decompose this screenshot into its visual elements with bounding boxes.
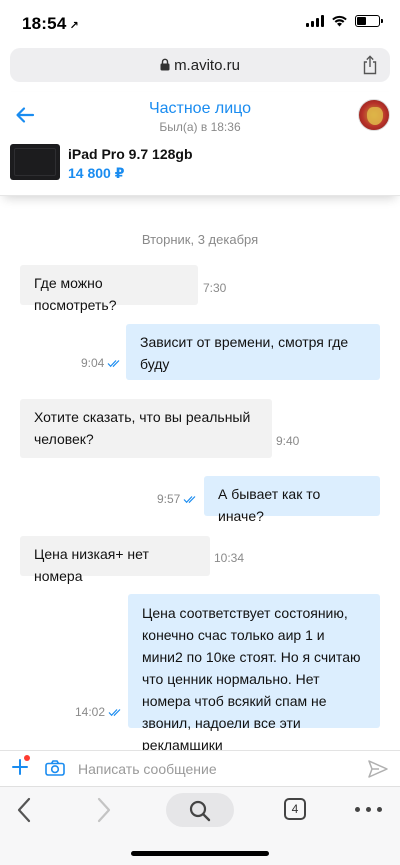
message-input[interactable] (78, 759, 348, 779)
incoming-message[interactable]: Хотите сказать, что вы реальный человек? (20, 399, 272, 458)
avatar[interactable] (358, 99, 390, 131)
camera-icon[interactable] (45, 760, 65, 776)
last-seen-status: Был(а) в 18:36 (159, 120, 241, 134)
status-indicators (306, 15, 383, 27)
url-text: m.avito.ru (174, 57, 240, 74)
browser-search-button[interactable] (166, 793, 234, 827)
message-time: 9:40 (276, 434, 299, 448)
item-title[interactable]: iPad Pro 9.7 128gb (68, 146, 193, 162)
incoming-message[interactable]: Цена низкая+ нет номера (20, 536, 210, 584)
message-time-text: 7:30 (203, 281, 227, 295)
status-bar: 18:54 ↗ (0, 0, 400, 46)
message-text: Где можно посмотреть? (34, 275, 117, 313)
search-icon (189, 800, 211, 822)
lock-icon (160, 58, 170, 71)
message-time-text: 14:02 (75, 705, 106, 719)
location-arrow-icon: ↗ (69, 20, 79, 32)
clock-text: 18:54 (22, 14, 67, 33)
message-time-text: 9:57 (157, 492, 181, 506)
message-list[interactable]: Вторник, 3 декабря Где можно посмотреть?… (0, 196, 400, 753)
tabs-count-button[interactable]: 4 (284, 798, 306, 820)
browser-toolbar: 4 (0, 786, 400, 865)
browser-back-icon[interactable] (16, 797, 32, 823)
message-text: А бывает как то иначе? (218, 486, 321, 524)
battery-icon (355, 15, 383, 27)
outgoing-message[interactable]: А бывает как то иначе? (204, 476, 380, 524)
wifi-icon (332, 15, 347, 27)
message-text: Зависит от времени, смотря где буду (140, 334, 349, 372)
message-meta: 14:02 (75, 705, 123, 719)
item-thumbnail[interactable] (10, 144, 60, 180)
double-check-icon (107, 359, 120, 367)
status-time: 18:54 ↗ (22, 14, 79, 34)
share-icon[interactable] (362, 55, 378, 75)
chat-header: Частное лицо Был(а) в 18:36 iPad Pro 9.7… (0, 92, 400, 196)
coat-of-arms-icon (367, 107, 383, 125)
browser-forward-icon[interactable] (96, 797, 112, 823)
home-indicator (131, 851, 269, 856)
incoming-message[interactable]: Где можно посмотреть? (20, 265, 198, 313)
message-time-text: 9:04 (81, 356, 105, 370)
message-time: 10:34 (214, 551, 244, 565)
message-meta: 9:04 (81, 356, 122, 370)
url-display[interactable]: m.avito.ru (10, 57, 390, 74)
message-time-text: 10:34 (214, 551, 245, 565)
more-options-icon[interactable] (355, 807, 382, 812)
notification-dot (24, 755, 30, 761)
message-text: Цена низкая+ нет номера (34, 546, 149, 584)
item-price: 14 800 ₽ (68, 165, 125, 181)
message-composer (0, 750, 400, 786)
double-check-icon (108, 708, 121, 716)
contact-name[interactable]: Частное лицо (0, 100, 400, 118)
message-meta: 9:57 (157, 492, 198, 506)
outgoing-message[interactable]: Зависит от времени, смотря где буду (126, 324, 380, 380)
message-time: 7:30 (203, 281, 226, 295)
double-check-icon (183, 495, 196, 503)
message-text: Цена соответствует состоянию, конечно сч… (142, 605, 361, 753)
date-separator: Вторник, 3 декабря (141, 232, 259, 247)
url-bar[interactable]: m.avito.ru (10, 48, 390, 82)
message-time-text: 9:40 (276, 434, 300, 448)
outgoing-message[interactable]: Цена соответствует состоянию, конечно сч… (128, 594, 380, 753)
message-text: Хотите сказать, что вы реальный человек? (34, 409, 251, 447)
cellular-signal-icon (306, 15, 324, 27)
send-icon[interactable] (367, 759, 389, 779)
